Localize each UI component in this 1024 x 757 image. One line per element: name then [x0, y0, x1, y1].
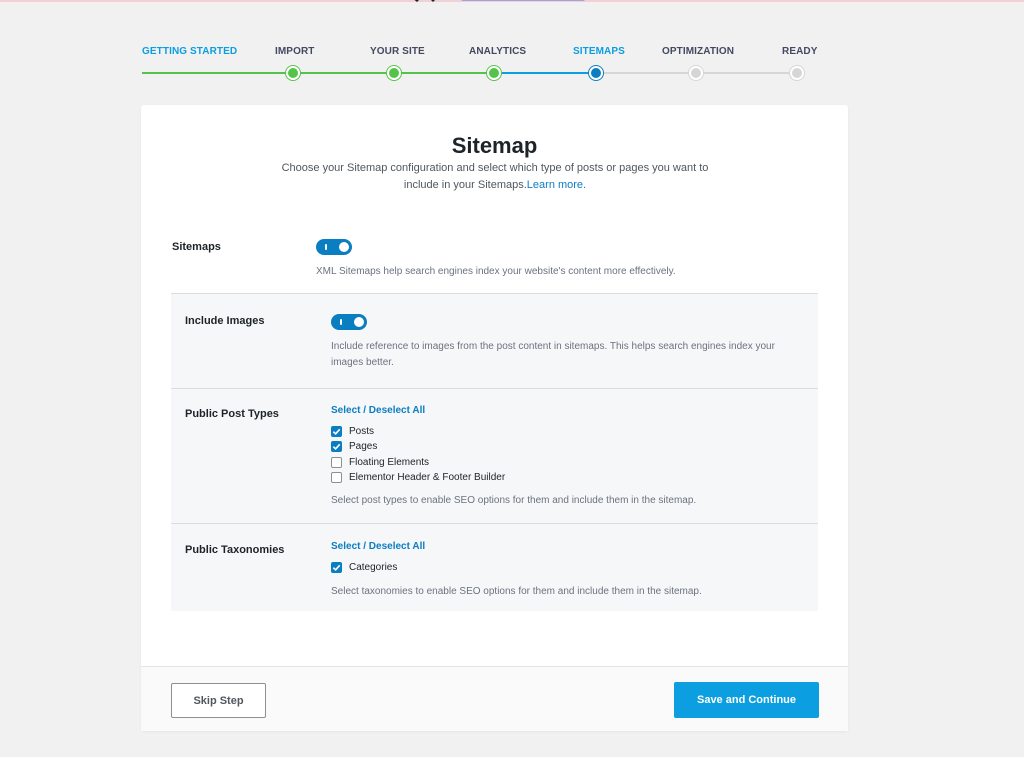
sitemap-card: Sitemap Choose your Sitemap configuratio…	[141, 105, 848, 731]
taxonomy-categories[interactable]: Categories	[331, 560, 397, 574]
check-icon	[332, 428, 341, 435]
post-types-select-all-link[interactable]: Select / Deselect All	[331, 405, 425, 416]
include-images-toggle[interactable]	[331, 314, 367, 330]
step-ready[interactable]: READY	[782, 46, 818, 57]
step-analytics[interactable]: ANALYTICS	[469, 46, 526, 57]
step-sitemaps[interactable]: SITEMAPS	[573, 46, 625, 57]
checkbox-floating-elements[interactable]	[331, 456, 342, 468]
page-description: Choose your Sitemap configuration and se…	[281, 162, 709, 191]
logo-fragment	[414, 0, 585, 2]
skip-step-button[interactable]: Skip Step	[171, 683, 266, 718]
post-types-help: Select post types to enable SEO options …	[331, 495, 697, 506]
checkbox-pages[interactable]	[331, 440, 342, 452]
taxonomies-select-all-link[interactable]: Select / Deselect All	[331, 541, 425, 552]
divider	[171, 523, 818, 524]
checkbox-elementor-hf[interactable]	[331, 471, 342, 483]
save-and-continue-button[interactable]: Save and Continue	[674, 682, 819, 718]
checkbox-posts[interactable]	[331, 425, 342, 437]
sitemaps-label: Sitemaps	[172, 241, 221, 253]
checkbox-categories[interactable]	[331, 561, 342, 573]
post-type-elementor-hf[interactable]: Elementor Header & Footer Builder	[331, 470, 505, 484]
sitemap-options-panel: Include Images Include reference to imag…	[171, 293, 818, 611]
step-dot-analytics	[487, 66, 501, 80]
post-type-posts[interactable]: Posts	[331, 424, 374, 438]
setup-stepper: GETTING STARTED IMPORT YOUR SITE ANALYTI…	[142, 46, 818, 86]
taxonomies-label: Public Taxonomies	[185, 544, 285, 556]
page-title: Sitemap	[451, 133, 538, 158]
step-getting-started[interactable]: GETTING STARTED	[142, 46, 237, 57]
step-dot-ready	[790, 66, 804, 80]
post-type-floating-elements[interactable]: Floating Elements	[331, 455, 429, 469]
taxonomies-help: Select taxonomies to enable SEO options …	[331, 586, 702, 597]
step-dot-your-site	[387, 66, 401, 80]
step-dot-optimization	[689, 66, 703, 80]
check-icon	[332, 564, 341, 571]
sitemaps-toggle[interactable]	[316, 239, 352, 255]
card-footer: Skip Step Save and Continue	[141, 666, 848, 731]
divider	[171, 388, 818, 389]
include-images-label: Include Images	[185, 315, 265, 327]
check-icon	[332, 443, 341, 450]
post-types-label: Public Post Types	[185, 408, 279, 420]
step-dot-import	[286, 66, 300, 80]
step-dot-sitemaps	[589, 66, 603, 80]
step-optimization[interactable]: OPTIMIZATION	[662, 46, 734, 57]
step-your-site[interactable]: YOUR SITE	[370, 46, 425, 57]
post-type-pages[interactable]: Pages	[331, 439, 377, 453]
learn-more-link[interactable]: Learn more.	[527, 179, 586, 191]
progress-track-current	[496, 72, 596, 74]
sitemaps-help: XML Sitemaps help search engines index y…	[316, 266, 676, 277]
step-import[interactable]: IMPORT	[275, 46, 315, 57]
include-images-help: Include reference to images from the pos…	[331, 341, 775, 368]
